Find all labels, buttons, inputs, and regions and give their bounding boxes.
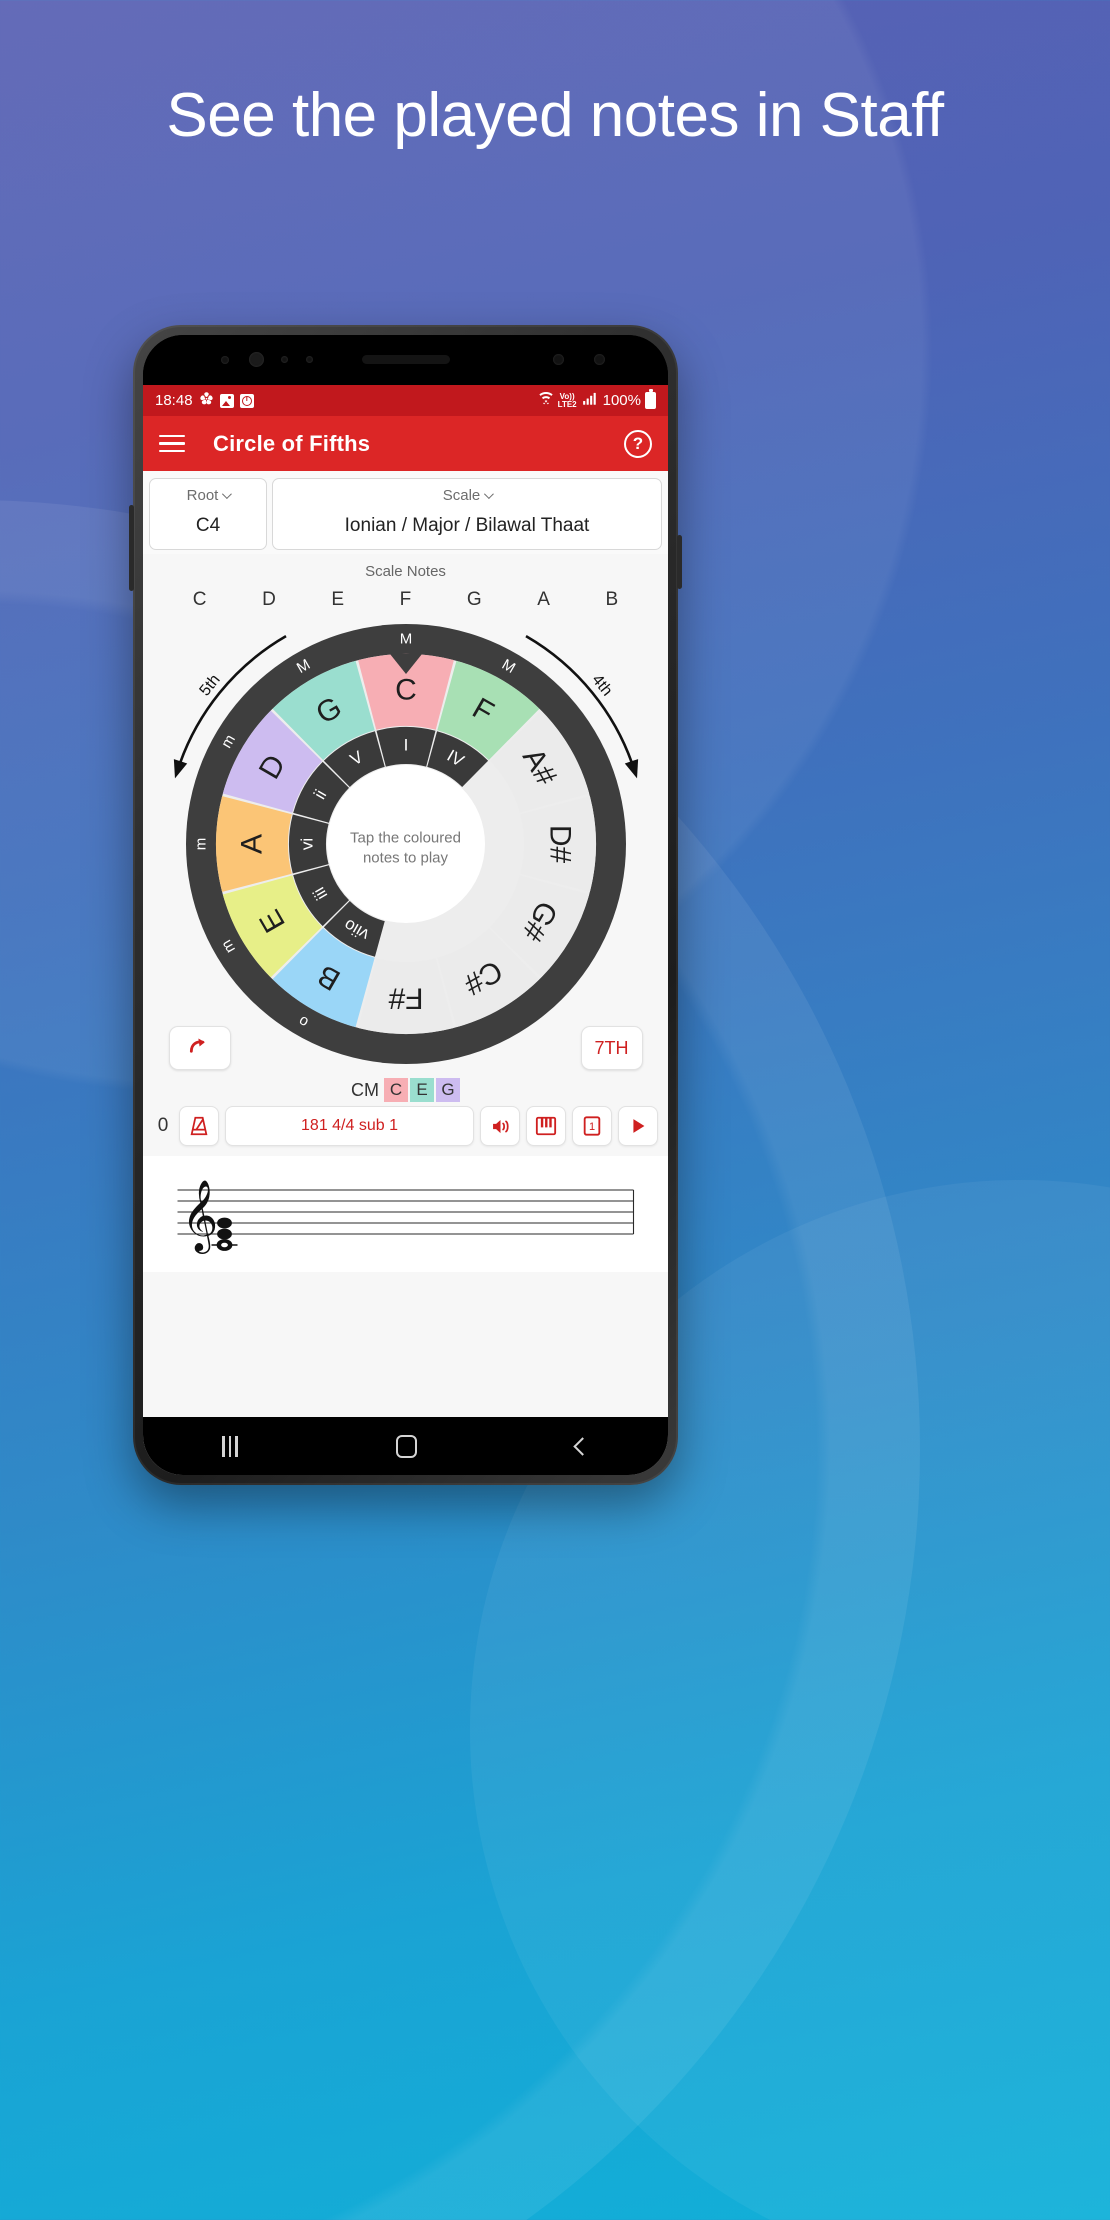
wheel-quality-label: M: [399, 631, 412, 648]
rotate-button[interactable]: [168, 1026, 231, 1070]
hamburger-menu-icon[interactable]: [159, 434, 185, 453]
selector-row: Root C4 Scale Ionian / Major / Bilawal T…: [143, 471, 668, 554]
svg-text:1: 1: [589, 1121, 595, 1133]
piano-button[interactable]: [526, 1106, 566, 1146]
wheel-arrow-head: [624, 759, 638, 779]
repeat-button[interactable]: 1: [572, 1106, 612, 1146]
sensor-dot-3: [306, 356, 313, 363]
transport-bar: 0 181 4/4 sub 1 1: [143, 1104, 668, 1156]
wheel-note-label: A: [235, 834, 268, 854]
clock-icon: [239, 393, 254, 408]
earpiece-speaker: [361, 355, 450, 364]
front-camera: [249, 352, 264, 367]
phone-frame: 18:48 Vo)) LTE2 100% Circle of Fifths ? …: [129, 325, 682, 1485]
root-value: C4: [195, 515, 221, 536]
help-circle-icon[interactable]: ?: [624, 429, 652, 458]
wheel-note-label: F#: [388, 982, 423, 1015]
status-time: 18:48: [155, 392, 193, 409]
wheel-direction-label: 4th: [588, 671, 615, 699]
wheel-roman-label: vi: [297, 838, 316, 850]
scale-value: Ionian / Major / Bilawal Thaat: [344, 515, 590, 536]
battery-percent: 100%: [602, 392, 641, 409]
wheel-roman-label: I: [403, 736, 408, 755]
wheel-quality-label: m: [192, 838, 209, 851]
phone-notch: [143, 335, 668, 385]
phone-power-button: [677, 535, 682, 589]
beat-counter: 0: [157, 1115, 169, 1136]
tempo-field[interactable]: 181 4/4 sub 1: [225, 1106, 474, 1146]
staff-svg: 𝄞: [177, 1178, 635, 1254]
metronome-button[interactable]: [179, 1106, 219, 1146]
seventh-button[interactable]: 7TH: [580, 1026, 643, 1070]
chevron-down-icon: [484, 489, 495, 500]
recents-icon[interactable]: [222, 1435, 238, 1457]
chevron-down-icon: [222, 489, 233, 500]
sensor-dot-4: [553, 354, 564, 365]
volte-indicator: Vo)) LTE2: [557, 391, 577, 409]
wheel-note-label: D#: [543, 825, 576, 864]
main-content: Scale Notes CDEFGAB C M I F M IV A# D# G# C# F# Bo v…: [143, 554, 668, 1417]
scale-label: Scale: [442, 487, 481, 504]
staff-notation: 𝄞: [143, 1156, 668, 1272]
sensor-dot-1: [221, 356, 229, 364]
sensor-dot-2: [281, 356, 288, 363]
phone-volume-button: [129, 505, 134, 591]
wheel-direction-label: 5th: [196, 671, 223, 699]
circle-of-fifths-wheel[interactable]: C M I F M IV A# D# G# C# F# Bo viio Em iii Am vi Dm ii G M V 5…: [161, 619, 651, 1074]
app-screen: 18:48 Vo)) LTE2 100% Circle of Fifths ? …: [143, 385, 668, 1475]
phone-screen-bezel: 18:48 Vo)) LTE2 100% Circle of Fifths ? …: [143, 335, 668, 1475]
wifi-icon: [538, 391, 554, 410]
root-label: Root: [186, 487, 219, 504]
root-selector[interactable]: Root C4: [149, 478, 267, 550]
promo-headline: See the played notes in Staff: [166, 81, 944, 150]
battery-icon: [645, 389, 656, 409]
back-icon[interactable]: [573, 1436, 592, 1456]
app-bar: Circle of Fifths ?: [143, 416, 668, 471]
volume-button[interactable]: [480, 1106, 520, 1146]
fan-icon: [199, 391, 214, 410]
play-button[interactable]: [618, 1106, 658, 1146]
wheel-note-label: C: [395, 674, 417, 707]
treble-clef-icon: 𝄞: [182, 1178, 219, 1254]
android-nav-bar: [143, 1417, 668, 1475]
photo-icon: [219, 393, 234, 408]
wheel-arrow-head: [173, 759, 187, 779]
home-icon[interactable]: [396, 1434, 418, 1458]
status-bar: 18:48 Vo)) LTE2 100%: [143, 385, 668, 416]
scale-notes-title: Scale Notes: [365, 563, 446, 580]
page-title: Circle of Fifths: [213, 430, 371, 456]
wheel-center-hint: Tap the coloured notes to play: [350, 828, 461, 867]
sensor-dot-5: [594, 354, 605, 365]
signal-bars-icon: [581, 391, 599, 410]
scale-selector[interactable]: Scale Ionian / Major / Bilawal Thaat: [272, 478, 662, 550]
